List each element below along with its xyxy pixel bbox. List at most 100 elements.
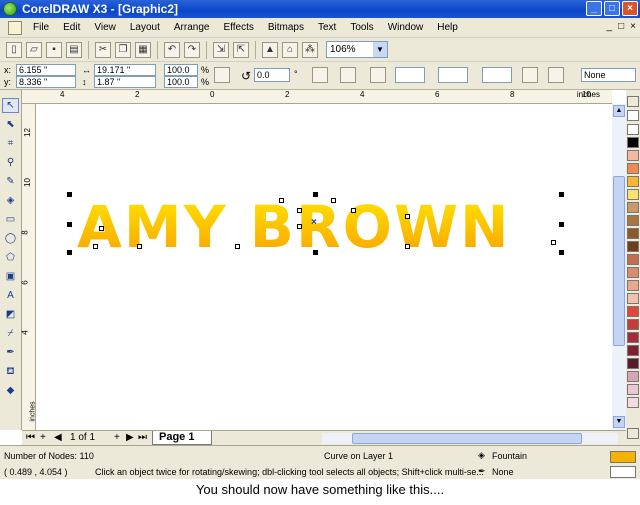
fill-tool-icon[interactable]: ⛾ — [2, 364, 19, 379]
menu-tools[interactable]: Tools — [343, 22, 380, 33]
curve-node[interactable] — [235, 244, 240, 249]
selection-handle[interactable] — [313, 250, 318, 255]
menu-file[interactable]: File — [26, 22, 56, 33]
no-color-swatch[interactable] — [627, 110, 639, 121]
height-field[interactable]: 1.87 " — [94, 76, 156, 88]
palette-color-swatch[interactable] — [627, 241, 639, 252]
paste-icon[interactable]: ▦ — [135, 41, 151, 58]
selection-handle[interactable] — [67, 222, 72, 227]
interactive-fill-tool-icon[interactable]: ◆ — [2, 383, 19, 398]
palette-color-swatch[interactable] — [627, 215, 639, 226]
shape-tool-icon[interactable]: ⬉ — [2, 117, 19, 132]
zoom-tool-icon[interactable]: ⚲ — [2, 155, 19, 170]
palette-color-swatch[interactable] — [627, 384, 639, 395]
y-position-field[interactable]: 8.336 " — [16, 76, 76, 88]
menu-edit[interactable]: Edit — [56, 22, 87, 33]
palette-color-swatch[interactable] — [627, 397, 639, 408]
x-position-field[interactable]: 6.155 " — [16, 64, 76, 76]
palette-color-swatch[interactable] — [627, 163, 639, 174]
application-launcher-icon[interactable]: ▲ — [262, 41, 278, 58]
palette-scroll-down-icon[interactable] — [627, 428, 639, 439]
ellipse-tool-icon[interactable]: ◯ — [2, 231, 19, 246]
palette-color-swatch[interactable] — [627, 358, 639, 369]
print-icon[interactable]: ▤ — [66, 41, 82, 58]
undo-icon[interactable]: ↶ — [164, 41, 180, 58]
palette-color-swatch[interactable] — [627, 176, 639, 187]
maximize-button[interactable]: □ — [604, 1, 620, 16]
palette-color-swatch[interactable] — [627, 267, 639, 278]
copy-icon[interactable]: ❐ — [115, 41, 131, 58]
curve-node[interactable] — [99, 226, 104, 231]
scale-x-field[interactable]: 100.0 — [164, 64, 198, 76]
curve-node[interactable] — [297, 208, 302, 213]
palette-color-swatch[interactable] — [627, 293, 639, 304]
page-tab[interactable]: Page 1 — [152, 431, 212, 445]
scroll-up-icon[interactable]: ▲ — [613, 105, 625, 117]
selection-handle[interactable] — [67, 192, 72, 197]
new-document-icon[interactable]: ▯ — [6, 41, 22, 58]
menu-window[interactable]: Window — [381, 22, 431, 33]
menu-help[interactable]: Help — [430, 22, 465, 33]
doc-minimize-button[interactable]: _ — [607, 21, 613, 32]
amy-brown-artwork[interactable]: AMY BROWN — [77, 198, 511, 256]
palette-color-swatch[interactable] — [627, 150, 639, 161]
width-field[interactable]: 19.171 " — [94, 64, 156, 76]
selection-handle[interactable] — [559, 222, 564, 227]
fill-color-swatch[interactable] — [610, 451, 636, 463]
selection-handle[interactable] — [67, 250, 72, 255]
vertical-scroll-thumb[interactable] — [613, 176, 625, 346]
horizontal-scroll-thumb[interactable] — [352, 433, 582, 444]
curve-node[interactable] — [331, 198, 336, 203]
line-style-select[interactable] — [438, 67, 468, 83]
add-page-before-icon[interactable]: + — [40, 432, 46, 443]
menu-effects[interactable]: Effects — [216, 22, 260, 33]
curve-node[interactable] — [93, 244, 98, 249]
mirror-icon[interactable] — [312, 67, 328, 83]
eyedropper-tool-icon[interactable]: ⌿ — [2, 326, 19, 341]
lock-ratio-icon[interactable] — [214, 67, 230, 83]
close-button[interactable]: × — [622, 1, 638, 16]
selection-handle[interactable] — [559, 250, 564, 255]
horizontal-ruler[interactable]: 4 2 0 2 4 6 8 10 — [22, 90, 612, 104]
open-icon[interactable]: ▱ — [26, 41, 42, 58]
polygon-tool-icon[interactable]: ⬠ — [2, 250, 19, 265]
end-arrowhead-select[interactable] — [482, 67, 512, 83]
palette-color-swatch[interactable] — [627, 202, 639, 213]
menu-text[interactable]: Text — [311, 22, 343, 33]
menu-view[interactable]: View — [87, 22, 123, 33]
interactive-blend-tool-icon[interactable]: ◩ — [2, 307, 19, 322]
menu-layout[interactable]: Layout — [123, 22, 167, 33]
zoom-level-select[interactable]: 106% ▼ — [326, 41, 388, 58]
nodes-icon[interactable] — [340, 67, 356, 83]
rotation-center-icon[interactable]: × — [311, 217, 317, 228]
arrange-icon[interactable] — [370, 67, 386, 83]
palette-color-swatch[interactable] — [627, 228, 639, 239]
doc-restore-button[interactable]: □ — [618, 21, 624, 32]
outline-width-select[interactable]: None — [581, 68, 636, 82]
last-page-icon[interactable]: ⏭ — [138, 432, 147, 443]
next-page-icon[interactable]: ▶ — [126, 432, 134, 443]
scale-y-field[interactable]: 100.0 — [164, 76, 198, 88]
curve-node[interactable] — [137, 244, 142, 249]
previous-page-icon[interactable]: ◀ — [54, 432, 62, 443]
horizontal-scrollbar[interactable] — [322, 433, 618, 444]
vertical-scrollbar[interactable]: ▲ ▼ — [612, 104, 626, 430]
palette-color-swatch[interactable] — [627, 371, 639, 382]
basic-shapes-tool-icon[interactable]: ▣ — [2, 269, 19, 284]
vertical-ruler[interactable]: 12 10 8 6 4 inches — [21, 104, 37, 430]
palette-color-swatch[interactable] — [627, 345, 639, 356]
pen-icon[interactable] — [548, 67, 564, 83]
curve-node[interactable] — [297, 224, 302, 229]
text-tool-icon[interactable]: A — [2, 288, 19, 303]
selection-handle[interactable] — [559, 192, 564, 197]
curve-node[interactable] — [351, 208, 356, 213]
menu-bitmaps[interactable]: Bitmaps — [261, 22, 311, 33]
smart-fill-tool-icon[interactable]: ◈ — [2, 193, 19, 208]
cut-icon[interactable]: ✂ — [95, 41, 111, 58]
drawing-canvas[interactable]: AMY BROWN × — [37, 104, 612, 430]
palette-color-swatch[interactable] — [627, 189, 639, 200]
curve-node[interactable] — [279, 198, 284, 203]
redo-icon[interactable]: ↷ — [184, 41, 200, 58]
palette-scroll-up-icon[interactable] — [627, 96, 639, 107]
curve-node[interactable] — [551, 240, 556, 245]
